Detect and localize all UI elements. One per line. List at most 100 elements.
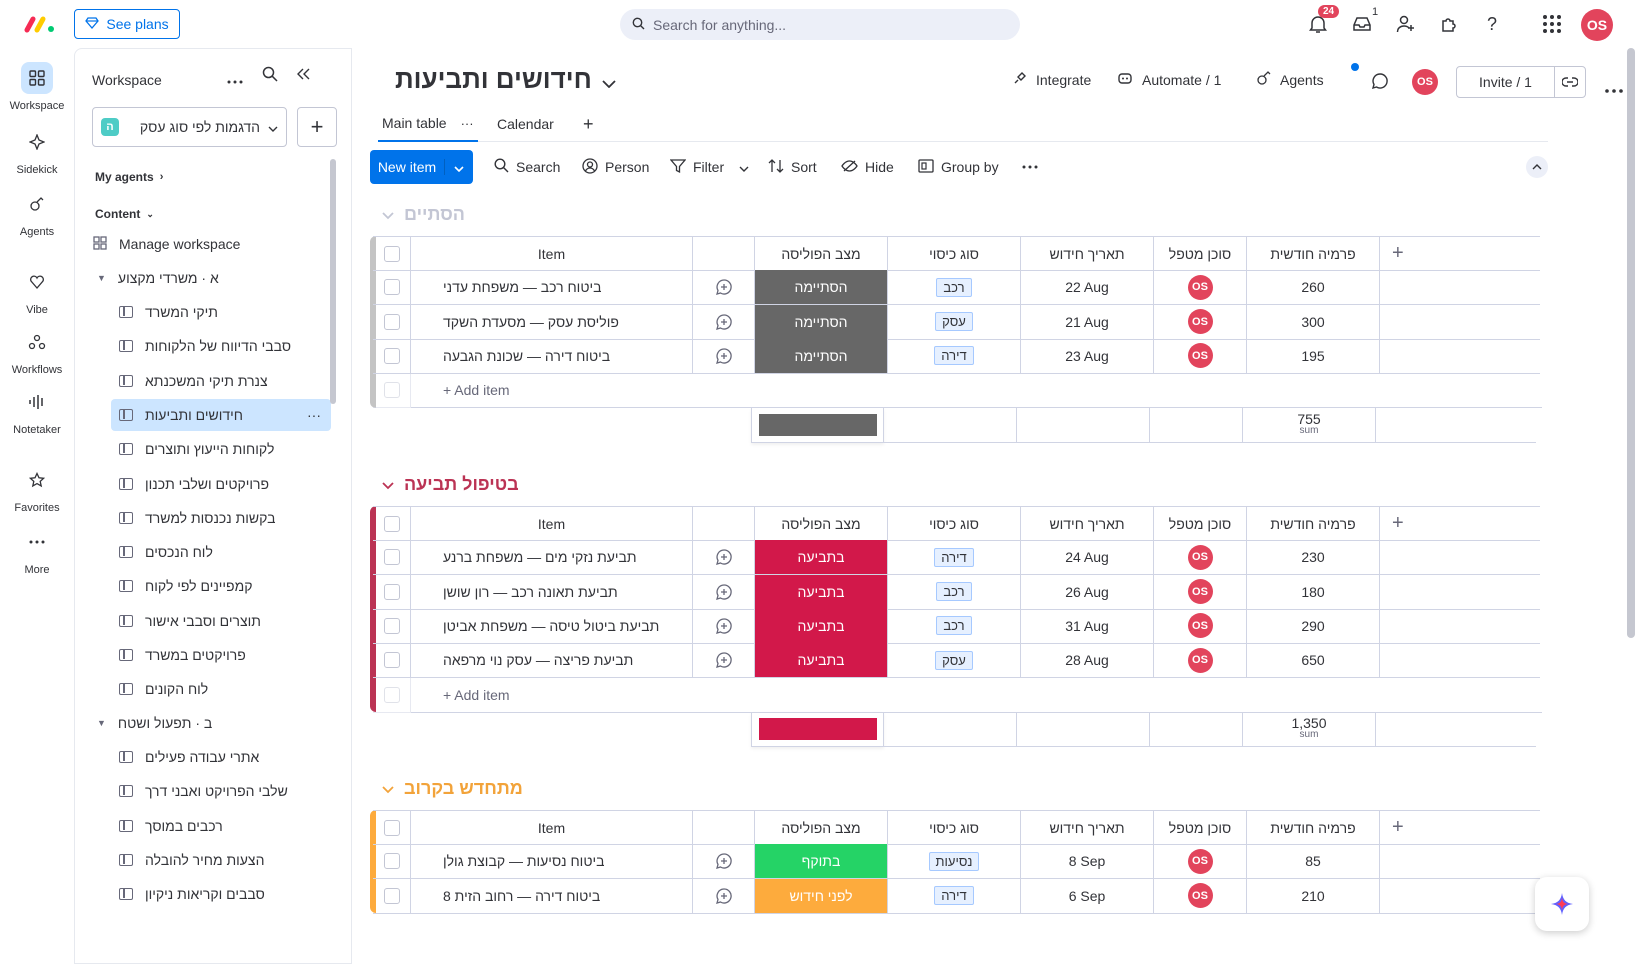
column-header-item[interactable]: Item <box>411 506 693 541</box>
type-cell[interactable]: נסיעות <box>888 844 1021 880</box>
owner-cell[interactable]: OS <box>1154 878 1247 914</box>
tab-calendar[interactable]: Calendar <box>497 106 554 142</box>
sidebar-board-item[interactable]: קמפיינים לפי לקוח <box>111 570 331 602</box>
sidebar-options-icon[interactable] <box>227 71 243 87</box>
column-header-type[interactable]: סוג כיסוי <box>888 810 1021 845</box>
nav-notetaker[interactable]: Notetaker <box>0 386 74 446</box>
chevron-down-icon[interactable] <box>739 159 749 175</box>
item-cell[interactable]: ביטוח דירה — רחוב הזית 8 <box>411 878 693 914</box>
add-item-row[interactable]: + Add item <box>373 373 1542 409</box>
hide-button[interactable]: Hide <box>841 150 894 184</box>
row-checkbox[interactable] <box>373 878 411 914</box>
date-cell[interactable]: 24 Aug <box>1021 540 1154 576</box>
global-search-input[interactable]: Search for anything... <box>620 9 1020 40</box>
premium-cell[interactable]: 260 <box>1247 270 1380 306</box>
row-checkbox[interactable] <box>373 608 411 644</box>
row-checkbox[interactable] <box>373 540 411 576</box>
link-icon[interactable] <box>1555 67 1585 97</box>
type-cell[interactable]: רכב <box>888 574 1021 610</box>
premium-cell[interactable]: 180 <box>1247 574 1380 610</box>
column-header-owner[interactable]: סוכן מטפל <box>1154 506 1247 541</box>
add-column-button[interactable]: + <box>1380 236 1540 271</box>
sidebar-scrollbar[interactable] <box>330 159 336 404</box>
see-plans-button[interactable]: See plans <box>74 9 180 39</box>
inbox-icon[interactable] <box>1350 12 1374 36</box>
owner-cell[interactable]: OS <box>1154 608 1247 644</box>
type-cell[interactable]: רכב <box>888 270 1021 306</box>
sidebar-board-item[interactable]: שלבי הפרויקט ואבני דרך <box>111 775 331 807</box>
column-header-type[interactable]: סוג כיסוי <box>888 506 1021 541</box>
add-column-button[interactable]: + <box>1380 810 1540 845</box>
table-row[interactable]: ביטוח דירה — רחוב הזית 8 לפני חידוש דירה 6 … <box>373 878 1540 914</box>
collapse-sidebar-icon[interactable] <box>296 67 310 83</box>
row-checkbox[interactable] <box>373 574 411 610</box>
column-header-item[interactable]: Item <box>411 810 693 845</box>
nav-workflows[interactable]: Workflows <box>0 326 74 386</box>
invite-button[interactable]: Invite / 1 <box>1456 66 1586 98</box>
premium-cell[interactable]: 300 <box>1247 304 1380 340</box>
add-update-icon[interactable] <box>693 643 755 679</box>
table-row[interactable]: תביעת נזקי מים — משפחת ברנע בתביעה דירה 24 … <box>373 540 1540 576</box>
tab-main-table[interactable]: Main table ··· <box>378 106 478 142</box>
more-options-icon[interactable] <box>1022 150 1038 184</box>
premium-cell[interactable]: 85 <box>1247 844 1380 880</box>
column-header-owner[interactable]: סוכן מטפל <box>1154 236 1247 271</box>
invite-member-icon[interactable] <box>1394 12 1418 36</box>
column-header-status[interactable]: מצב הפוליסה <box>755 810 888 845</box>
help-icon[interactable]: ? <box>1480 12 1504 36</box>
tab-options-icon[interactable]: ··· <box>461 116 474 131</box>
monday-logo[interactable] <box>24 14 56 34</box>
item-cell[interactable]: תביעת ביטול טיסה — משפחת אביטן <box>411 608 693 644</box>
nav-sidekick[interactable]: Sidekick <box>0 126 74 186</box>
sidebar-board-item[interactable]: פרויקטים ושלבי תכנון <box>111 468 331 500</box>
row-checkbox[interactable] <box>373 643 411 679</box>
person-filter-button[interactable]: Person <box>582 150 649 184</box>
sidebar-board-item[interactable]: תוצרים וסבבי אישור <box>111 605 331 637</box>
row-checkbox[interactable] <box>373 844 411 880</box>
owner-cell[interactable]: OS <box>1154 270 1247 306</box>
row-checkbox[interactable] <box>373 304 411 340</box>
group-title[interactable]: הסתיים <box>382 200 465 228</box>
owner-cell[interactable]: OS <box>1154 574 1247 610</box>
add-update-icon[interactable] <box>693 608 755 644</box>
type-cell[interactable]: עסק <box>888 304 1021 340</box>
sidebar-board-item[interactable]: לוח הקונים <box>111 673 331 705</box>
premium-cell[interactable]: 195 <box>1247 338 1380 374</box>
table-row[interactable]: תביעת ביטול טיסה — משפחת אביטן בתביעה רכב 3… <box>373 608 1540 644</box>
status-cell[interactable]: בתביעה <box>755 540 888 576</box>
type-cell[interactable]: רכב <box>888 608 1021 644</box>
sidebar-board-item[interactable]: בקשות נכנסות למשרד <box>111 502 331 534</box>
sidebar-search-icon[interactable] <box>262 66 278 85</box>
column-header-status[interactable]: מצב הפוליסה <box>755 236 888 271</box>
column-header-premium[interactable]: פרמיה חודשית <box>1247 810 1380 845</box>
sidebar-board-item[interactable]: סבבי הדיווח של הלקוחות <box>111 330 331 362</box>
premium-cell[interactable]: 290 <box>1247 608 1380 644</box>
column-header-item[interactable]: Item <box>411 236 693 271</box>
status-cell[interactable]: הסתיימה <box>755 304 888 340</box>
sidebar-board-item[interactable]: לוח הנכסים <box>111 536 331 568</box>
add-update-icon[interactable] <box>693 338 755 374</box>
group-by-button[interactable]: Group by <box>918 150 999 184</box>
folder-a[interactable]: ▼ א · משרדי מקצוע <box>89 262 309 294</box>
ai-assistant-button[interactable] <box>1535 877 1589 931</box>
status-cell[interactable]: לפני חידוש <box>755 878 888 914</box>
status-cell[interactable]: בתביעה <box>755 574 888 610</box>
item-cell[interactable]: תביעת פריצה — עסק נוי מרפאה <box>411 643 693 679</box>
nav-workspace[interactable]: Workspace <box>0 62 74 122</box>
table-row[interactable]: תביעת פריצה — עסק נוי מרפאה בתביעה עסק 28 A… <box>373 643 1540 679</box>
sidebar-board-item[interactable]: אתרי עבודה פעילים <box>111 741 331 773</box>
nav-favorites[interactable]: Favorites <box>0 464 74 524</box>
sidebar-board-item[interactable]: סבבים וקריאות ניקיון <box>111 878 331 910</box>
board-options-icon[interactable]: ··· <box>307 407 321 423</box>
date-cell[interactable]: 6 Sep <box>1021 878 1154 914</box>
chevron-down-icon[interactable] <box>382 204 394 225</box>
nav-vibe[interactable]: Vibe <box>0 266 74 326</box>
add-item-input[interactable]: + Add item <box>411 678 1542 713</box>
board-title[interactable]: חידושים ותביעות <box>395 64 616 95</box>
chevron-down-icon[interactable] <box>382 474 394 495</box>
nav-agents[interactable]: Agents <box>0 188 74 248</box>
folder-b[interactable]: ▼ ב · תפעול ושטח <box>89 707 309 739</box>
chevron-down-icon[interactable] <box>382 778 394 799</box>
add-update-icon[interactable] <box>693 574 755 610</box>
table-row[interactable]: ביטוח דירה — שכונת הגבעה הסתיימה דירה 23 Au… <box>373 338 1540 374</box>
